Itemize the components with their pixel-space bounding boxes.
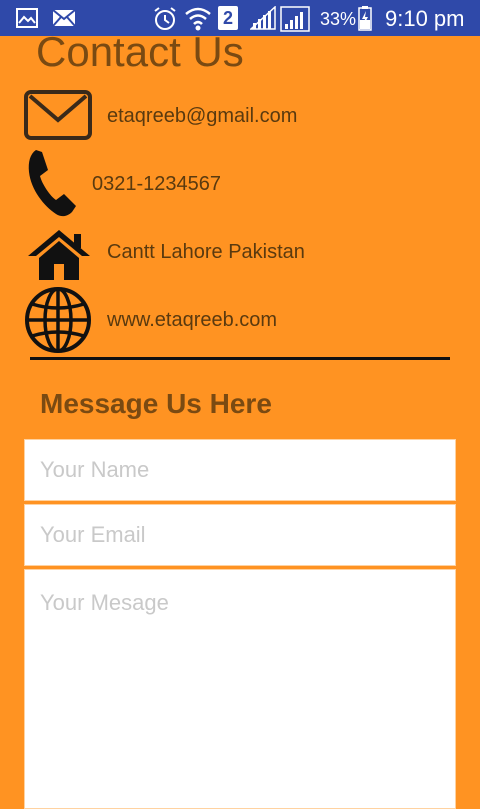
envelope-icon bbox=[24, 90, 92, 140]
status-time: 9:10 pm bbox=[385, 6, 465, 31]
contact-phone[interactable]: 0321-1234567 bbox=[92, 173, 221, 196]
gallery-icon bbox=[16, 8, 38, 28]
page-title: Contact Us bbox=[36, 28, 244, 75]
battery-icon bbox=[358, 6, 372, 31]
sim-icon: 2 bbox=[218, 6, 238, 30]
email-input[interactable] bbox=[24, 504, 456, 566]
contact-website[interactable]: www.etaqreeb.com bbox=[107, 309, 277, 332]
signal-icon bbox=[250, 6, 276, 30]
globe-icon bbox=[25, 287, 91, 353]
contact-address: Cantt Lahore Pakistan bbox=[107, 241, 305, 263]
email-icon bbox=[52, 9, 76, 27]
home-icon bbox=[28, 230, 90, 280]
signal-icon bbox=[280, 6, 310, 32]
section-divider bbox=[30, 357, 450, 360]
battery-percent: 33% bbox=[320, 9, 357, 29]
phone-icon bbox=[28, 150, 76, 217]
contact-email[interactable]: etaqreeb@gmail.com bbox=[107, 105, 297, 128]
sim-indicator: 2 bbox=[222, 8, 233, 28]
name-input[interactable] bbox=[24, 439, 456, 501]
message-section-title: Message Us Here bbox=[40, 388, 272, 419]
message-textarea[interactable] bbox=[24, 569, 456, 809]
